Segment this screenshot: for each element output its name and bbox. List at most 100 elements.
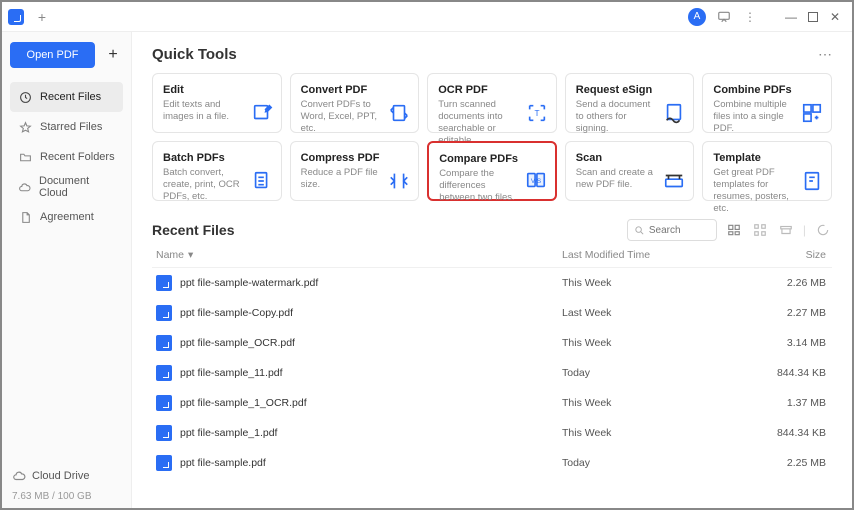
column-modified[interactable]: Last Modified Time [562, 249, 762, 261]
file-size: 2.25 MB [762, 457, 832, 469]
kebab-menu-icon[interactable]: ⋮ [742, 9, 758, 25]
folder-icon [18, 151, 32, 164]
file-name: ppt file-sample-watermark.pdf [180, 277, 562, 289]
file-row[interactable]: ppt file-sample_OCR.pdfThis Week3.14 MB [152, 328, 832, 358]
tool-title: Template [713, 152, 821, 164]
tool-card-compare-pdfs[interactable]: Compare PDFsCompare the differences betw… [427, 141, 557, 201]
sidebar-item-recent-folders[interactable]: Recent Folders [10, 142, 123, 172]
compare-icon: V/S [525, 169, 547, 191]
sidebar-item-recent-files[interactable]: Recent Files [10, 82, 123, 112]
convert-icon [388, 102, 410, 124]
tool-title: Combine PDFs [713, 84, 821, 96]
file-modified: This Week [562, 397, 762, 409]
open-pdf-button[interactable]: Open PDF [10, 42, 95, 68]
tool-card-ocr-pdf[interactable]: OCR PDFTurn scanned documents into searc… [427, 73, 557, 133]
quick-tools-heading: Quick Tools [152, 46, 237, 63]
recent-files-heading: Recent Files [152, 222, 234, 238]
file-modified: This Week [562, 337, 762, 349]
tool-title: Batch PDFs [163, 152, 271, 164]
search-input[interactable] [649, 225, 710, 236]
pdf-file-icon [156, 335, 172, 351]
file-name: ppt file-sample_11.pdf [180, 367, 562, 379]
tool-card-template[interactable]: TemplateGet great PDF templates for resu… [702, 141, 832, 201]
tool-card-edit[interactable]: EditEdit texts and images in a file. [152, 73, 282, 133]
tool-card-request-esign[interactable]: Request eSignSend a document to others f… [565, 73, 695, 133]
window-close-button[interactable]: ✕ [824, 6, 846, 28]
batch-icon [251, 170, 273, 192]
column-name[interactable]: Name ▾ [152, 249, 562, 261]
file-row[interactable]: ppt file-sample.pdfToday2.25 MB [152, 448, 832, 478]
file-row[interactable]: ppt file-sample_1_OCR.pdfThis Week1.37 M… [152, 388, 832, 418]
tool-card-batch-pdfs[interactable]: Batch PDFsBatch convert, create, print, … [152, 141, 282, 201]
compress-icon [388, 170, 410, 192]
pdf-file-icon [156, 275, 172, 291]
pdf-file-icon [156, 395, 172, 411]
file-modified: Today [562, 367, 762, 379]
tool-title: Compress PDF [301, 152, 409, 164]
file-row[interactable]: ppt file-sample-Copy.pdfLast Week2.27 MB [152, 298, 832, 328]
pdf-file-icon [156, 365, 172, 381]
sidebar-item-label: Recent Files [40, 91, 101, 103]
tool-card-compress-pdf[interactable]: Compress PDFReduce a PDF file size. [290, 141, 420, 201]
tool-title: Edit [163, 84, 271, 96]
file-size: 2.26 MB [762, 277, 832, 289]
storage-indicator: 7.63 MB / 100 GB [10, 487, 123, 502]
sort-icon: ▾ [188, 249, 193, 261]
sidebar: Open PDF + Recent Files Starred FilesRece… [2, 32, 132, 508]
file-size: 844.34 KB [762, 427, 832, 439]
file-size: 2.27 MB [762, 307, 832, 319]
window-maximize-button[interactable] [802, 6, 824, 28]
archive-button[interactable] [777, 221, 795, 239]
file-modified: Today [562, 457, 762, 469]
tool-card-combine-pdfs[interactable]: Combine PDFsCombine multiple files into … [702, 73, 832, 133]
tool-title: Compare PDFs [439, 153, 545, 165]
user-avatar[interactable]: A [688, 8, 706, 26]
tool-title: OCR PDF [438, 84, 546, 96]
main-content: Quick Tools ⋯ EditEdit texts and images … [132, 32, 852, 508]
edit-icon [251, 102, 273, 124]
file-name: ppt file-sample.pdf [180, 457, 562, 469]
cloud-drive-label: Cloud Drive [32, 470, 89, 482]
new-file-button[interactable]: + [103, 45, 123, 65]
file-row[interactable]: ppt file-sample-watermark.pdfThis Week2.… [152, 268, 832, 298]
tool-card-scan[interactable]: ScanScan and create a new PDF file. [565, 141, 695, 201]
combine-icon [801, 102, 823, 124]
svg-text:V/S: V/S [531, 178, 541, 185]
view-list-button[interactable] [725, 221, 743, 239]
chat-icon[interactable] [716, 9, 732, 25]
cloud-drive-link[interactable]: Cloud Drive [10, 465, 123, 487]
file-size: 844.34 KB [762, 367, 832, 379]
file-name: ppt file-sample_OCR.pdf [180, 337, 562, 349]
quick-tools-more[interactable]: ⋯ [818, 46, 832, 63]
refresh-button[interactable] [814, 221, 832, 239]
file-size: 3.14 MB [762, 337, 832, 349]
cloud-icon [12, 469, 26, 483]
sidebar-item-agreement[interactable]: Agreement [10, 202, 123, 232]
template-icon [801, 170, 823, 192]
view-grid-button[interactable] [751, 221, 769, 239]
tool-card-convert-pdf[interactable]: Convert PDFConvert PDFs to Word, Excel, … [290, 73, 420, 133]
ocr-icon: T [526, 102, 548, 124]
esign-icon [663, 102, 685, 124]
file-row[interactable]: ppt file-sample_1.pdfThis Week844.34 KB [152, 418, 832, 448]
file-table-header: Name ▾ Last Modified Time Size [152, 241, 832, 268]
sidebar-item-label: Document Cloud [39, 175, 115, 199]
file-row[interactable]: ppt file-sample_11.pdfToday844.34 KB [152, 358, 832, 388]
sidebar-item-label: Agreement [40, 211, 94, 223]
tool-title: Convert PDF [301, 84, 409, 96]
file-modified: This Week [562, 277, 762, 289]
window-minimize-button[interactable]: — [780, 6, 802, 28]
pdf-file-icon [156, 305, 172, 321]
pdf-file-icon [156, 425, 172, 441]
new-tab-button[interactable]: + [32, 7, 52, 27]
scan-icon [663, 170, 685, 192]
file-icon [18, 211, 32, 224]
search-box[interactable] [627, 219, 717, 241]
column-size[interactable]: Size [762, 249, 832, 261]
file-modified: This Week [562, 427, 762, 439]
sidebar-item-starred-files[interactable]: Starred Files [10, 112, 123, 142]
file-name: ppt file-sample-Copy.pdf [180, 307, 562, 319]
pdf-file-icon [156, 455, 172, 471]
sidebar-item-document-cloud[interactable]: Document Cloud [10, 172, 123, 202]
file-list: ppt file-sample-watermark.pdfThis Week2.… [152, 268, 832, 478]
